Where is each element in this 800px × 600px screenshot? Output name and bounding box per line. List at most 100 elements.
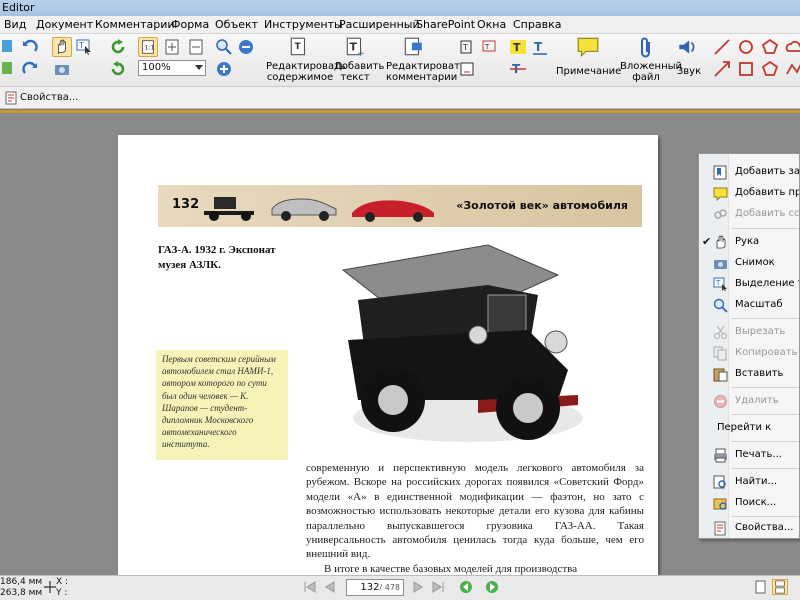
menu-item-snapshot[interactable]: Снимок — [699, 253, 799, 273]
banner-title: «Золотой век» автомобиля — [456, 199, 628, 212]
menu-item-add-link[interactable]: Добавить ссылку — [699, 204, 799, 224]
menu-item-hand[interactable]: ✔ Рука — [699, 232, 799, 252]
polyline-icon[interactable] — [784, 59, 800, 79]
zoom-out-icon[interactable] — [236, 37, 256, 57]
menu-separator — [731, 468, 799, 469]
menu-comments[interactable]: Комментарии — [95, 18, 175, 31]
note-icon[interactable] — [576, 36, 600, 58]
menu-tools[interactable]: Инструменты — [264, 18, 343, 31]
speaker-icon[interactable] — [676, 36, 698, 58]
page-height: 263,8 мм — [0, 588, 43, 598]
main-toolbar: T 1:1 100% T Редактировать содержимое T +… — [0, 34, 800, 87]
callout-icon[interactable]: T — [480, 37, 500, 57]
rotate-icon[interactable] — [108, 37, 128, 57]
x-coordinate: X : — [56, 577, 69, 587]
last-page-icon[interactable] — [430, 579, 446, 595]
strikeout-icon[interactable]: T — [508, 59, 528, 79]
zoom-in-icon[interactable] — [214, 37, 234, 57]
zoom-value: 100% — [142, 62, 171, 73]
redo-icon[interactable] — [20, 59, 40, 79]
sidenote-box: Первым советским серийным автомобилем ст… — [156, 350, 288, 460]
classic-car-image — [271, 198, 337, 221]
menu-item-add-note[interactable]: Добавить примечание — [699, 183, 799, 203]
menu-item-find[interactable]: Найти... — [699, 472, 799, 492]
properties-icon — [5, 91, 17, 105]
back-view-icon[interactable] — [458, 579, 474, 595]
next-page-icon[interactable] — [410, 579, 426, 595]
cloud-icon[interactable] — [784, 37, 800, 57]
menu-item-delete[interactable]: Удалить — [699, 391, 799, 411]
svg-text:T: T — [715, 279, 721, 287]
forward-view-icon[interactable] — [484, 579, 500, 595]
svg-text:T: T — [513, 41, 521, 54]
menu-sharepoint[interactable]: SharePoint — [416, 18, 475, 31]
menu-item-copy[interactable]: Копировать — [699, 343, 799, 363]
zoom-plus-icon[interactable] — [214, 59, 234, 79]
menu-item-add-bookmark[interactable]: Добавить закладку — [699, 162, 799, 182]
green-icon[interactable] — [0, 58, 20, 78]
search-icon — [713, 498, 727, 510]
edit-comments-label[interactable]: Редактировать комментарии — [386, 61, 466, 83]
rectangle-icon[interactable] — [736, 59, 756, 79]
current-page: 132 — [360, 582, 380, 593]
actual-size-icon[interactable]: 1:1 — [138, 37, 158, 57]
sound-label[interactable]: Звук — [674, 66, 704, 77]
menu-item-properties[interactable]: Свойства... — [699, 518, 799, 538]
menu-separator — [731, 387, 799, 388]
menu-item-search[interactable]: Поиск... — [699, 493, 799, 513]
arrow-icon[interactable] — [712, 59, 732, 79]
menu-windows[interactable]: Окна — [477, 18, 506, 31]
polygon-icon[interactable] — [760, 37, 780, 57]
menu-advanced[interactable]: Расширенный — [339, 18, 420, 31]
menu-form[interactable]: Форма — [171, 18, 209, 31]
paste-icon — [713, 368, 728, 382]
menu-object[interactable]: Объект — [215, 18, 258, 31]
menu-item-paste[interactable]: Вставить — [699, 364, 799, 384]
rotate-back-icon[interactable] — [108, 59, 128, 79]
fit-width-icon[interactable] — [186, 37, 206, 57]
svg-text:T: T — [484, 43, 490, 51]
menu-item-cut[interactable]: Вырезать — [699, 322, 799, 342]
menu-item-print[interactable]: Печать... — [699, 445, 799, 465]
document-page[interactable]: 132 «Золотой век» автомобиля ГАЗ-А. 1932… — [118, 135, 658, 575]
link-add-icon — [714, 209, 727, 219]
edit-content-icon[interactable]: T — [288, 36, 310, 58]
text-box-icon[interactable]: T — [458, 37, 478, 57]
typewriter-icon[interactable] — [458, 59, 478, 79]
underline-icon[interactable]: T — [530, 37, 550, 57]
add-text-icon[interactable]: T+ — [344, 36, 366, 58]
total-pages: / 478 — [379, 583, 400, 592]
note-label[interactable]: Примечание — [556, 66, 621, 77]
line-icon[interactable] — [712, 37, 732, 57]
highlight-icon[interactable]: T — [508, 37, 528, 57]
pentagon-icon[interactable] — [760, 59, 780, 79]
color-icon[interactable] — [0, 36, 20, 56]
circle-icon[interactable] — [736, 37, 756, 57]
vintage-car-image — [204, 197, 254, 221]
hand-tool-icon[interactable] — [52, 37, 72, 57]
fit-page-icon[interactable] — [162, 37, 182, 57]
menu-view[interactable]: Вид — [4, 18, 26, 31]
select-tool-icon[interactable]: T — [74, 37, 94, 57]
paperclip-icon[interactable] — [636, 36, 656, 60]
menu-item-go-to[interactable]: Перейти к — [699, 418, 799, 438]
copy-icon — [713, 346, 727, 361]
edit-content-label[interactable]: Редактировать содержимое — [266, 61, 346, 83]
first-page-icon[interactable] — [302, 579, 318, 595]
add-text-label[interactable]: Добавить текст — [334, 61, 384, 83]
single-page-icon[interactable] — [752, 579, 768, 595]
menu-item-text-select[interactable]: T Выделение текста — [699, 274, 799, 294]
properties-button[interactable]: Свойства... — [20, 92, 78, 103]
edit-comments-icon[interactable] — [402, 36, 424, 58]
menu-help[interactable]: Справка — [513, 18, 561, 31]
attachment-label[interactable]: Вложенный файл — [620, 61, 682, 83]
menu-separator — [731, 228, 799, 229]
menu-item-zoom[interactable]: Масштаб — [699, 295, 799, 315]
prev-page-icon[interactable] — [322, 579, 338, 595]
undo-icon[interactable] — [20, 37, 40, 57]
menu-document[interactable]: Документ — [36, 18, 93, 31]
continuous-page-icon[interactable] — [772, 579, 788, 595]
page-number-input[interactable]: 132/ 478 — [346, 579, 404, 596]
snapshot-icon[interactable] — [52, 59, 72, 79]
zoom-select[interactable]: 100% — [138, 60, 206, 76]
